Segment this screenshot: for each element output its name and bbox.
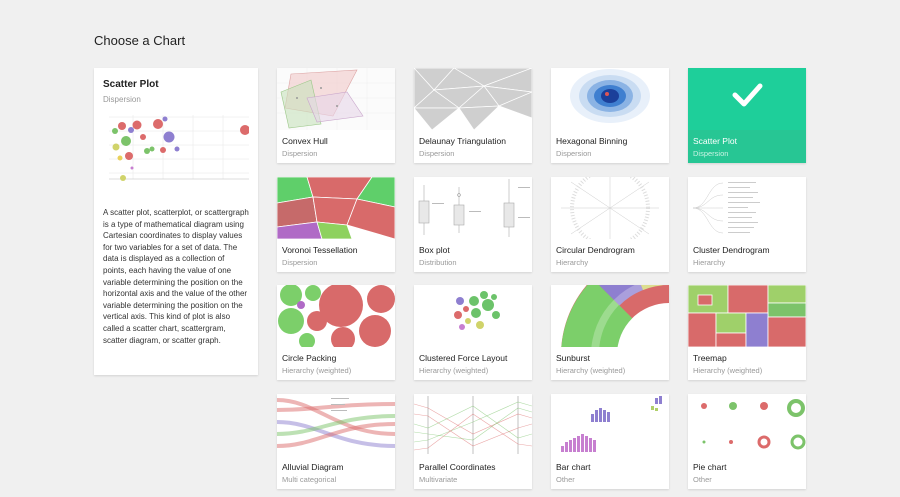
bar-chart-thumbnail — [551, 394, 669, 456]
hexbin-thumbnail — [551, 68, 669, 130]
cluster-dendrogram-thumbnail — [688, 177, 806, 239]
voronoi-thumbnail — [277, 177, 395, 239]
chart-card-label: Sunburst — [556, 353, 591, 363]
chart-card-bar-chart[interactable]: Bar chart Other — [551, 394, 669, 489]
circle-packing-thumbnail — [277, 285, 395, 347]
sunburst-thumbnail — [551, 285, 669, 347]
chart-card-category: Multi categorical — [282, 475, 337, 484]
info-category: Dispersion — [103, 95, 141, 104]
chart-info-panel: Scatter Plot Dispersion A scatter plot, … — [94, 68, 258, 375]
chart-card-category: Multivariate — [419, 475, 458, 484]
chart-card-force-layout[interactable]: Clustered Force Layout Hierarchy (weight… — [414, 285, 532, 380]
chart-card-scatter-plot[interactable]: Scatter Plot Dispersion — [688, 68, 806, 163]
chart-card-label: Scatter Plot — [693, 136, 737, 146]
chart-card-label: Pie chart — [693, 462, 727, 472]
chart-card-label: Convex Hull — [282, 136, 328, 146]
chart-card-convex-hull[interactable]: Convex Hull Dispersion — [277, 68, 395, 163]
chart-card-category: Dispersion — [282, 149, 318, 158]
convex-hull-thumbnail — [277, 68, 395, 130]
pie-chart-thumbnail — [688, 394, 806, 456]
parallel-coordinates-thumbnail — [414, 394, 532, 456]
chart-card-label: Box plot — [419, 245, 450, 255]
chart-card-category: Hierarchy (weighted) — [419, 366, 489, 375]
treemap-thumbnail — [688, 285, 806, 347]
delaunay-thumbnail — [414, 68, 532, 130]
chart-card-parallel-coordinates[interactable]: Parallel Coordinates Multivariate — [414, 394, 532, 489]
alluvial-thumbnail — [277, 394, 395, 456]
chart-card-category: Hierarchy — [693, 258, 726, 267]
chart-card-sunburst[interactable]: Sunburst Hierarchy (weighted) — [551, 285, 669, 380]
chart-card-category: Dispersion — [693, 149, 729, 158]
info-title: Scatter Plot — [103, 79, 159, 90]
chart-card-category: Hierarchy (weighted) — [282, 366, 352, 375]
chart-card-label: Treemap — [693, 353, 727, 363]
chart-card-category: Hierarchy — [556, 258, 589, 267]
force-layout-thumbnail — [414, 285, 532, 347]
checkmark-icon — [688, 68, 806, 130]
chart-card-label: Cluster Dendrogram — [693, 245, 770, 255]
chart-card-treemap[interactable]: Treemap Hierarchy (weighted) — [688, 285, 806, 380]
chart-card-pie-chart[interactable]: Pie chart Other — [688, 394, 806, 489]
chart-card-category: Other — [556, 475, 575, 484]
info-description: A scatter plot, scatterplot, or scatterg… — [103, 208, 249, 345]
chart-card-category: Dispersion — [282, 258, 318, 267]
page-title: Choose a Chart — [94, 33, 186, 48]
chart-card-circle-packing[interactable]: Circle Packing Hierarchy (weighted) — [277, 285, 395, 380]
chart-card-circular-dendrogram[interactable]: Circular Dendrogram Hierarchy — [551, 177, 669, 272]
chart-card-category: Other — [693, 475, 712, 484]
chart-card-category: Dispersion — [419, 149, 455, 158]
chart-card-label: Clustered Force Layout — [419, 353, 508, 363]
chart-card-label: Hexagonal Binning — [556, 136, 628, 146]
boxplot-thumbnail — [414, 177, 532, 239]
chart-card-label: Circular Dendrogram — [556, 245, 635, 255]
chart-card-category: Hierarchy (weighted) — [556, 366, 626, 375]
chart-card-label: Delaunay Triangulation — [419, 136, 506, 146]
chart-card-voronoi[interactable]: Voronoi Tessellation Dispersion — [277, 177, 395, 272]
chart-card-cluster-dendrogram[interactable]: Cluster Dendrogram Hierarchy — [688, 177, 806, 272]
chart-card-label: Bar chart — [556, 462, 591, 472]
chart-card-label: Voronoi Tessellation — [282, 245, 358, 255]
chart-card-alluvial[interactable]: Alluvial Diagram Multi categorical — [277, 394, 395, 489]
chart-card-label: Parallel Coordinates — [419, 462, 496, 472]
chart-card-label: Circle Packing — [282, 353, 337, 363]
selected-card-footer — [688, 130, 806, 163]
circular-dendrogram-thumbnail — [551, 177, 669, 239]
chart-card-box-plot[interactable]: Box plot Distribution — [414, 177, 532, 272]
chart-card-delaunay[interactable]: Delaunay Triangulation Dispersion — [414, 68, 532, 163]
chart-card-category: Distribution — [419, 258, 457, 267]
chart-card-category: Dispersion — [556, 149, 592, 158]
scatter-preview-image — [103, 111, 250, 189]
chart-card-label: Alluvial Diagram — [282, 462, 344, 472]
chart-card-category: Hierarchy (weighted) — [693, 366, 763, 375]
chart-card-hexbin[interactable]: Hexagonal Binning Dispersion — [551, 68, 669, 163]
